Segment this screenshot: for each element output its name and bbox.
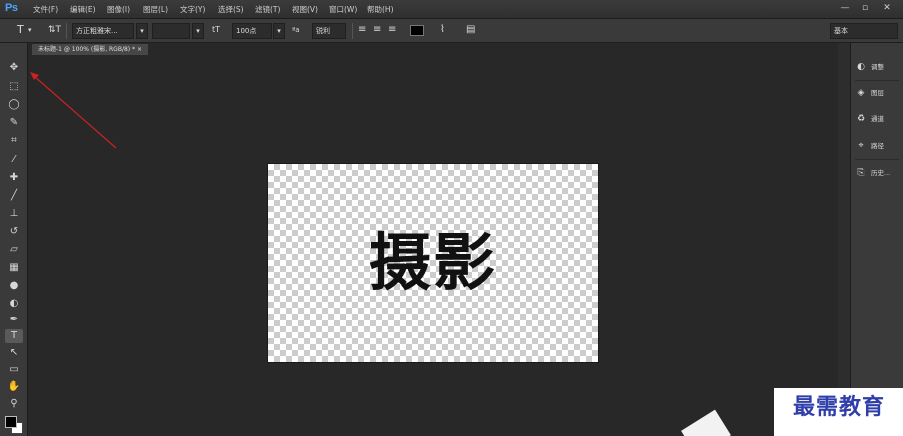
minimize-button[interactable]: —	[835, 1, 855, 16]
menu-file[interactable]: 文件(F)	[33, 4, 58, 15]
divider	[855, 159, 899, 160]
hand-tool-icon[interactable]: ✋	[5, 380, 23, 394]
font-family-dropdown-icon[interactable]: ▾	[136, 23, 148, 39]
text-color-swatch[interactable]	[410, 25, 424, 36]
annotation-arrow	[30, 72, 117, 149]
align-left-icon[interactable]: ≡	[358, 23, 366, 37]
history-icon: ⎘	[857, 168, 865, 178]
panel-layers[interactable]: ◈ 图层	[855, 83, 901, 103]
document-tab[interactable]: 未标题-1 @ 100% (摄影, RGB/8) * ×	[32, 44, 148, 55]
font-size-field[interactable]: 100点	[232, 23, 272, 39]
shape-tool-icon[interactable]: ▭	[5, 363, 23, 377]
photoshop-logo: Ps	[5, 2, 18, 14]
close-button[interactable]: ✕	[876, 1, 898, 16]
document-text-layer[interactable]: 摄影	[268, 164, 598, 362]
panel-adjustments[interactable]: ◐ 调整	[855, 57, 901, 77]
panel-label: 历史...	[871, 169, 891, 177]
menu-type[interactable]: 文字(Y)	[180, 4, 205, 15]
eyedropper-tool-icon[interactable]: ⁄	[5, 153, 23, 167]
workspace-select[interactable]: 基本	[830, 23, 898, 39]
lasso-tool-icon[interactable]: ◯	[5, 98, 23, 112]
foreground-color-swatch[interactable]	[5, 416, 17, 428]
menu-filter[interactable]: 滤镜(T)	[255, 4, 280, 15]
menu-image[interactable]: 图像(I)	[107, 4, 130, 15]
path-select-tool-icon[interactable]: ↖	[5, 346, 23, 360]
panel-paths[interactable]: ⌖ 路径	[855, 136, 901, 156]
menu-select[interactable]: 选择(S)	[218, 4, 244, 15]
adjustments-icon: ◐	[857, 62, 865, 72]
document-canvas[interactable]: 摄影	[268, 164, 598, 362]
channels-icon: ♻	[856, 114, 866, 124]
divider	[352, 23, 353, 39]
menu-view[interactable]: 视图(V)	[292, 4, 318, 15]
panel-label: 图层	[871, 89, 884, 97]
options-bar: T ▾ ⇅T 方正粗雅宋... ▾ ▾ tT 100点 ▾ ªa 锐利 ≡ ≡ …	[0, 19, 903, 43]
marquee-tool-icon[interactable]: ⬚	[5, 80, 23, 94]
type-tool-icon[interactable]: T	[17, 23, 24, 37]
history-brush-tool-icon[interactable]: ↺	[5, 225, 23, 239]
panel-label: 调整	[871, 63, 884, 71]
eraser-tool-icon[interactable]: ▱	[5, 243, 23, 257]
panel-dock-strip	[838, 43, 850, 436]
font-style-dropdown-icon[interactable]: ▾	[192, 23, 204, 39]
divider	[855, 80, 899, 81]
panel-label: 通道	[871, 115, 884, 123]
menu-help[interactable]: 帮助(H)	[367, 4, 394, 15]
watermark-text: 最需教育	[792, 394, 885, 420]
tool-preset-arrow-icon[interactable]: ▾	[28, 23, 32, 37]
panel-label: 路径	[871, 142, 884, 150]
font-size-dropdown-icon[interactable]: ▾	[273, 23, 285, 39]
panel-history[interactable]: ⎘ 历史...	[855, 163, 901, 183]
text-orientation-icon[interactable]: ⇅T	[48, 23, 61, 37]
anti-alias-icon: ªa	[292, 26, 300, 34]
tools-panel: ✥ ⬚ ◯ ✎ ⌗ ⁄ ✚ ╱ ⊥ ↺ ▱ ▦ ● ◐ ✒ T ↖ ▭ ✋ ⚲	[0, 43, 28, 436]
zoom-tool-icon[interactable]: ⚲	[5, 397, 23, 411]
type-tool-icon[interactable]: T	[5, 329, 23, 343]
menu-edit[interactable]: 编辑(E)	[70, 4, 96, 15]
document-tab-strip: 未标题-1 @ 100% (摄影, RGB/8) * ×	[28, 43, 838, 55]
restore-button[interactable]: ▫	[855, 1, 875, 16]
blur-tool-icon[interactable]: ●	[5, 279, 23, 293]
paths-icon: ⌖	[858, 141, 864, 151]
crop-tool-icon[interactable]: ⌗	[5, 134, 23, 148]
divider	[66, 23, 67, 39]
anti-alias-select[interactable]: 锐利	[312, 23, 346, 39]
gradient-tool-icon[interactable]: ▦	[5, 261, 23, 275]
pen-tool-icon[interactable]: ✒	[5, 313, 23, 327]
stamp-tool-icon[interactable]: ⊥	[5, 207, 23, 221]
dodge-tool-icon[interactable]: ◐	[5, 297, 23, 311]
align-right-icon[interactable]: ≡	[388, 23, 396, 37]
menu-window[interactable]: 窗口(W)	[329, 4, 357, 15]
move-tool-icon[interactable]: ✥	[5, 61, 23, 75]
menu-bar: Ps 文件(F) 编辑(E) 图像(I) 图层(L) 文字(Y) 选择(S) 滤…	[0, 0, 903, 19]
panel-channels[interactable]: ♻ 通道	[855, 109, 901, 129]
layers-icon: ◈	[857, 88, 865, 98]
collapsed-panels: ◐ 调整 ◈ 图层 ♻ 通道 ⌖ 路径 ⎘ 历史...	[850, 43, 903, 436]
warp-text-icon[interactable]: ⌇	[440, 23, 445, 37]
menu-layer[interactable]: 图层(L)	[143, 4, 168, 15]
align-center-icon[interactable]: ≡	[373, 23, 381, 37]
font-family-select[interactable]: 方正粗雅宋...	[72, 23, 134, 39]
font-style-select[interactable]	[152, 23, 190, 39]
brush-tool-icon[interactable]: ╱	[5, 189, 23, 203]
quick-select-tool-icon[interactable]: ✎	[5, 116, 23, 130]
font-size-icon: tT	[212, 25, 221, 34]
healing-tool-icon[interactable]: ✚	[5, 171, 23, 185]
character-panel-icon[interactable]: ▤	[466, 23, 475, 37]
